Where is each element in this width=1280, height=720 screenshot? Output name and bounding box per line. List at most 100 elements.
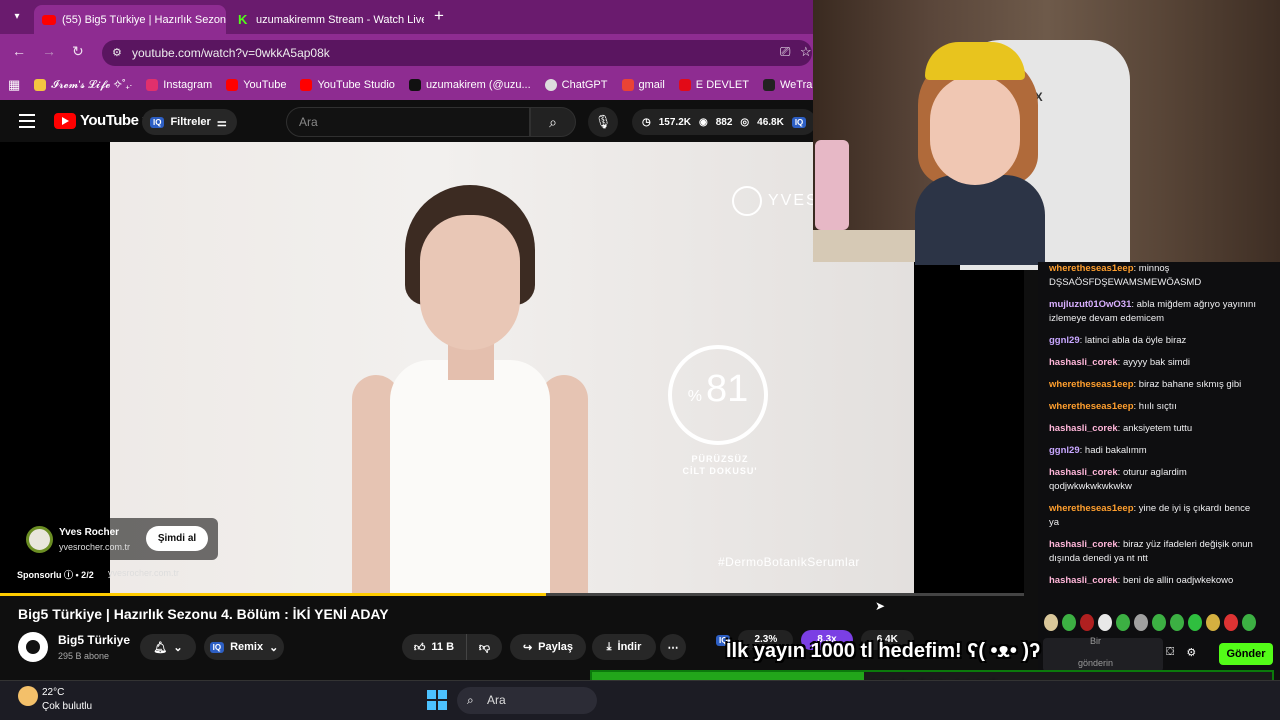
menu-icon[interactable] [19, 114, 35, 128]
gift-icon[interactable]: ⛋ [1166, 646, 1174, 659]
chat-username[interactable]: mujluzut01OwO31 [1049, 299, 1131, 310]
more-actions-button[interactable]: ⋯ [660, 634, 686, 660]
windows-start-icon[interactable] [427, 690, 447, 710]
tab-title: uzumakiremm Stream - Watch Live [256, 13, 424, 26]
bookmark-star-icon[interactable]: ☆ [800, 44, 812, 60]
bookmark-youtube[interactable]: YouTube [226, 79, 286, 91]
weather-icon[interactable] [18, 686, 38, 706]
like-button[interactable]: 👍︎ 11 B [402, 634, 466, 660]
chat-username[interactable]: hashasli_corek [1049, 423, 1118, 434]
sponsored-url[interactable]: yvesrocher.com.tr [108, 568, 179, 578]
weather-description[interactable]: Çok bulutlu [42, 701, 92, 712]
youtube-icon [226, 79, 239, 91]
share-icon: ↪ [522, 641, 533, 654]
chat-username[interactable]: hashasli_corek [1049, 575, 1118, 586]
tiktok-icon [408, 79, 421, 91]
search-input[interactable]: Ara [286, 107, 530, 137]
emote-icon[interactable] [1152, 614, 1166, 631]
search-button[interactable]: ⌕ [530, 107, 576, 137]
bookmark-gmail[interactable]: gmail [621, 79, 665, 91]
chatgpt-icon [544, 79, 557, 91]
taskbar-search[interactable]: Ara [457, 687, 597, 714]
goal-title: İlk yayın 1000 tl hedefim! ʕ( •ᴥ• )ʔ [726, 640, 1041, 662]
emote-icon[interactable] [1098, 614, 1112, 631]
advertiser-name: Yves Rocher [59, 527, 120, 538]
bookmark-instagram[interactable]: Instagram [146, 79, 212, 91]
emote-icon[interactable] [1170, 614, 1184, 631]
chat-username[interactable]: wheretheseas1eep [1049, 503, 1134, 514]
bookmark-chatgpt[interactable]: ChatGPT [544, 79, 608, 91]
bookmark-wetransfer[interactable]: WeTransfer [762, 79, 813, 91]
back-icon[interactable]: ← [12, 43, 26, 59]
bookmark-irems-life[interactable]: 𝓘𝓻𝓮𝓶'𝓼 𝓛𝓲𝓯𝓮 ✧˚₊‧ [34, 79, 132, 92]
clock-icon: ◷ [642, 116, 651, 128]
youtube-logo[interactable]: YouTubeTR [54, 112, 153, 129]
bookmark-icon [34, 79, 47, 91]
chat-text: beni de allin oadjwkekowo [1122, 575, 1234, 586]
tab-search-icon[interactable]: ▾ [8, 8, 26, 26]
filters-button[interactable]: IQ Filtreler ⚌ [142, 109, 237, 135]
chat-username[interactable]: hashasli_corek [1049, 357, 1118, 368]
emote-icon[interactable] [1134, 614, 1148, 631]
chat-username[interactable]: hashasli_corek [1049, 467, 1118, 478]
viewers-icon: ◎ [740, 116, 750, 128]
ad-cta-button[interactable]: Şimdi al [146, 526, 208, 551]
notification-bell-button[interactable]: 🔔︎ ⌄ [140, 634, 196, 660]
bookmark-e-devlet[interactable]: E DEVLET [678, 79, 749, 91]
info-icon[interactable]: ⓘ [64, 570, 76, 580]
advertiser-url: yvesrocher.com.tr [59, 542, 131, 552]
chat-text: biraz bahane sıkmış gibi [1138, 379, 1242, 390]
temperature[interactable]: 22°C [42, 687, 64, 698]
emote-icon[interactable] [1242, 614, 1256, 631]
apps-grid-icon[interactable]: ▦ [8, 77, 20, 93]
new-tab-icon[interactable]: + [434, 6, 444, 26]
ad-model-face [420, 215, 520, 350]
channel-avatar[interactable] [18, 632, 48, 662]
share-button[interactable]: ↪ Paylaş [510, 634, 586, 660]
url-field[interactable]: ⚙ youtube.com/watch?v=0wkkA5ap08k [102, 40, 812, 66]
send-chat-button[interactable]: Gönder [1219, 643, 1273, 665]
chat-username[interactable]: hashasli_corek [1049, 539, 1118, 550]
emote-icon[interactable] [1080, 614, 1094, 631]
settings-icon[interactable]: ⚙ [1186, 646, 1196, 659]
gmail-icon [621, 79, 634, 91]
chat-message: wheretheseas1eep: yine de iyi iş çıkardı… [1049, 503, 1251, 528]
forward-icon[interactable]: → [42, 43, 56, 59]
emote-icon[interactable] [1206, 614, 1220, 631]
bookmark-tiktok[interactable]: uzumakirem (@uzu... [408, 79, 531, 91]
ring-caption: PÜRÜZSÜZ CİLT DOKUSU' [682, 454, 758, 476]
remix-button[interactable]: IQ Remix ⌄ [204, 634, 284, 660]
emote-icon[interactable] [1188, 614, 1202, 631]
chat-username[interactable]: wheretheseas1eep [1049, 263, 1134, 274]
chat-username[interactable]: wheretheseas1eep [1049, 401, 1134, 412]
bell-icon: 🔔︎ [153, 641, 168, 654]
chat-text: hadi bakalımm [1084, 445, 1147, 456]
iq-badge[interactable]: IQ [791, 116, 807, 128]
dislike-button[interactable]: 👎︎ [466, 634, 502, 660]
ad-hashtag: #DermoBotanikSerumlar [718, 555, 860, 569]
bookmark-youtube-studio[interactable]: YouTube Studio [300, 79, 395, 91]
instagram-icon [146, 79, 159, 91]
chat-username[interactable]: ggnl29 [1049, 335, 1080, 346]
install-app-icon[interactable]: ⎚ [780, 44, 790, 60]
chat-message: hashasli_corek: beni de allin oadjwkekow… [1049, 575, 1234, 586]
channel-name[interactable]: Big5 Türkiye [58, 633, 130, 647]
thumbs-up-icon: 👍︎ [413, 641, 426, 654]
emote-icon[interactable] [1062, 614, 1076, 631]
site-info-icon[interactable]: ⚙ [112, 46, 122, 59]
reload-icon[interactable]: ↻ [72, 43, 84, 60]
chat-message: ggnl29: latinci abla da öyle biraz [1049, 335, 1187, 346]
browser-tab-kick[interactable]: K uzumakiremm Stream - Watch Live ✕ [230, 5, 424, 34]
browser-tab-youtube[interactable]: (55) Big5 Türkiye | Hazırlık Sezonu ✕ [34, 5, 226, 34]
chat-message: hashasli_corek: anksiyetem tuttu [1049, 423, 1193, 434]
download-button[interactable]: ⤓ İndir [592, 634, 656, 660]
emote-icon[interactable] [1116, 614, 1130, 631]
chat-message: mujluzut01OwO31: abla miğdem ağrıyo yayı… [1049, 299, 1256, 324]
chat-text: hıılı sıçtıı [1138, 401, 1177, 412]
chat-message-list: wheretheseas1eep: minnoş DŞSAÖSFDŞEWAMSM… [1049, 262, 1261, 596]
voice-search-button[interactable]: 🎙 [588, 107, 618, 137]
chat-username[interactable]: ggnl29 [1049, 445, 1080, 456]
emote-icon[interactable] [1044, 614, 1058, 631]
emote-icon[interactable] [1224, 614, 1238, 631]
chat-username[interactable]: wheretheseas1eep [1049, 379, 1134, 390]
